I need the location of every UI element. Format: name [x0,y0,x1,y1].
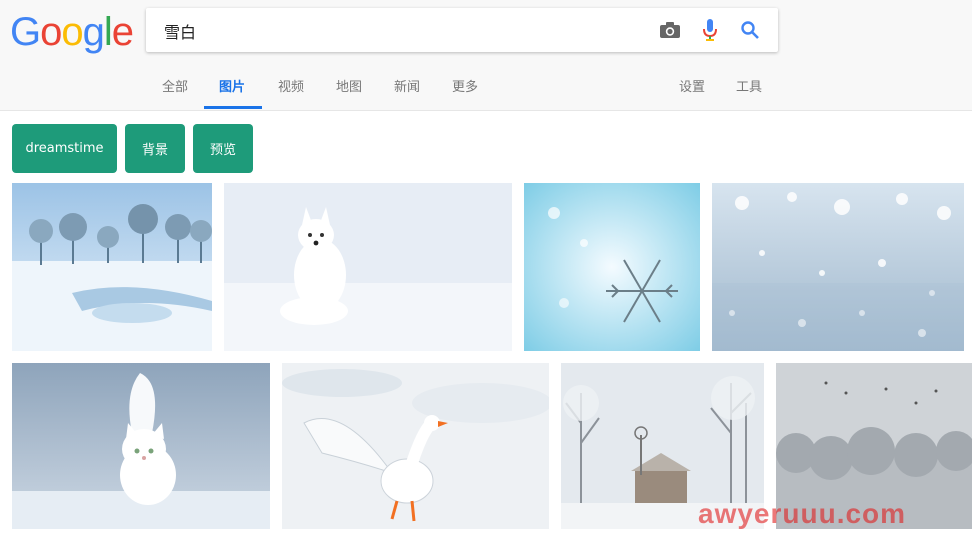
microphone-icon[interactable] [698,18,722,42]
chip-preview[interactable]: 预览 [193,124,253,173]
image-result-sparkling-snow[interactable] [712,183,964,351]
search-icon[interactable] [738,18,762,42]
chip-background[interactable]: 背景 [125,124,185,173]
tab-videos[interactable]: 视频 [278,76,304,95]
header-bar: Google 全部 图片 视频 地图 新闻 更多 设置 工具 [0,0,972,111]
active-tab-indicator [204,106,262,109]
search-box [146,8,778,52]
image-result-arctic-fox[interactable] [224,183,512,351]
tools-link[interactable]: 工具 [736,76,762,95]
tab-maps[interactable]: 地图 [336,76,362,95]
watermark-text: awyeruuu.com [698,498,907,529]
image-result-snowy-trees[interactable] [12,183,212,351]
tab-all[interactable]: 全部 [162,76,188,95]
image-result-white-cat[interactable] [12,363,270,529]
search-input[interactable] [162,18,636,44]
tab-images[interactable]: 图片 [219,76,245,95]
camera-icon[interactable] [658,18,682,42]
tab-more[interactable]: 更多 [452,76,478,95]
google-logo[interactable]: Google [10,10,134,54]
tab-news[interactable]: 新闻 [394,76,420,95]
image-result-snowflake[interactable] [524,183,700,351]
settings-link[interactable]: 设置 [679,76,705,95]
image-result-white-goose[interactable] [282,363,549,529]
chip-dreamstime[interactable]: dreamstime [12,124,117,173]
